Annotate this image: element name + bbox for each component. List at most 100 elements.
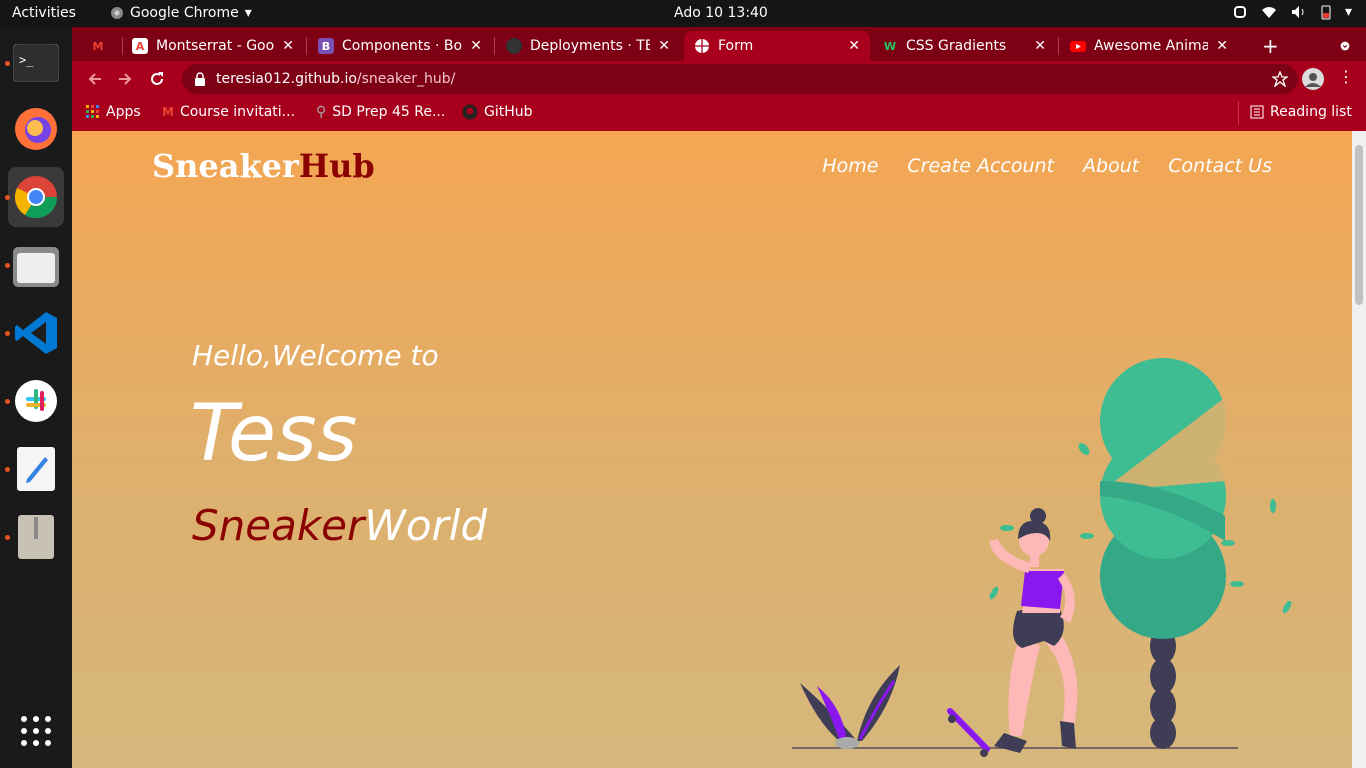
tab-separator [1058,37,1059,55]
kebab-menu-icon[interactable]: ⋮ [1338,67,1354,86]
reading-list-label: Reading list [1270,104,1352,120]
forward-icon[interactable] [116,70,134,88]
dock: >_ [0,27,72,768]
address-bar[interactable]: teresia012.github.io/sneaker_hub/ [182,64,1298,94]
site-nav: Home Create Account About Contact Us [822,155,1272,177]
tab-deployments[interactable]: Deployments · TE ✕ [496,31,680,61]
app-menu-label: Google Chrome [130,5,239,21]
app-menu[interactable]: Google Chrome ▾ [110,5,252,21]
hero-greeting: Hello,Welcome to [192,339,439,372]
tab-label: Montserrat - Goog [156,38,275,54]
activities-button[interactable]: Activities [12,5,76,21]
close-icon[interactable]: ✕ [1034,38,1046,54]
browser-chrome: M A Montserrat - Goog ✕ B Components · Boo ✕… [72,27,1366,131]
close-icon[interactable]: ✕ [658,38,670,54]
chrome-icon [111,7,123,19]
dock-files[interactable] [5,235,64,295]
google-fonts-icon: A [132,38,148,54]
scrollbar-thumb[interactable] [1355,145,1363,305]
text-editor-icon [17,447,55,491]
tab-search-button[interactable] [1330,31,1360,61]
tagline-part-sneaker: Sneaker [192,501,365,550]
dock-firefox[interactable] [8,99,64,159]
dock-archive-manager[interactable] [5,507,64,567]
bookmark-sd-prep[interactable]: ⚲ SD Prep 45 Re... [316,104,445,120]
running-indicator [5,195,10,200]
dock-terminal[interactable]: >_ [5,33,64,93]
w-icon: W [883,39,897,53]
skater-illustration [792,358,1292,757]
running-indicator [5,467,10,472]
slack-icon [15,380,57,422]
bookmark-label: Apps [106,104,141,120]
chevron-down-circle-icon [1340,41,1350,51]
system-tray[interactable]: ▾ [1233,4,1352,20]
bookmark-course-invitation[interactable]: M Course invitati... [162,104,295,120]
bootstrap-icon: B [318,38,334,54]
tab-css-gradients[interactable]: W CSS Gradients ✕ [872,31,1056,61]
tab-separator [494,37,495,55]
back-icon[interactable] [86,70,104,88]
bookmark-label: GitHub [484,104,533,120]
close-icon[interactable]: ✕ [1216,38,1228,54]
reload-icon[interactable] [148,70,166,88]
dock-chrome[interactable] [5,167,64,227]
globe-icon [695,39,709,53]
hero-tagline: SneakerWorld [192,501,487,550]
bookmark-apps[interactable]: Apps [86,104,141,120]
firefox-icon [15,108,57,150]
dock-slack[interactable] [5,371,64,431]
apps-grid-icon [86,105,99,118]
tab-youtube[interactable]: Awesome Animat ✕ [1060,31,1238,61]
close-icon[interactable]: ✕ [470,38,482,54]
youtube-icon [1070,41,1086,52]
logo-part-sneaker: Sneaker [152,147,299,185]
reading-list-button[interactable]: Reading list [1250,104,1352,120]
new-tab-button[interactable]: + [1252,31,1282,61]
tab-montserrat[interactable]: A Montserrat - Goog ✕ [122,31,304,61]
tab-gmail[interactable]: M [80,31,124,61]
vscode-icon [15,312,57,354]
lock-icon [195,72,205,86]
tab-form[interactable]: Form ✕ [684,31,870,61]
bookmark-label: Course invitati... [179,104,296,120]
logo-part-hub: Hub [298,147,375,185]
tab-separator [306,37,307,55]
reading-list-icon [1250,105,1264,119]
wifi-icon [1261,7,1276,18]
close-icon[interactable]: ✕ [848,38,860,54]
tab-bootstrap[interactable]: B Components · Boo ✕ [308,31,492,61]
page-scrollbar[interactable] [1352,131,1366,768]
nav-create-account[interactable]: Create Account [907,155,1054,177]
running-indicator [5,331,10,336]
system-topbar: Activities Google Chrome ▾ Ado 10 13:40 … [0,0,1366,27]
toolbar: teresia012.github.io/sneaker_hub/ ⋮ [72,61,1366,97]
github-icon [506,38,522,54]
site-logo[interactable]: SneakerHub [152,147,375,185]
clock[interactable]: Ado 10 13:40 [674,5,768,21]
nav-home[interactable]: Home [822,155,878,177]
running-indicator [5,61,10,66]
dock-show-apps[interactable] [8,701,64,761]
url-path: /sneaker_hub/ [356,71,456,87]
tab-label: CSS Gradients [906,38,1007,54]
tagline-part-world: World [364,501,488,550]
files-icon [13,247,59,287]
gmail-icon: M [92,39,104,53]
star-icon[interactable] [1272,71,1288,87]
nav-about[interactable]: About [1083,155,1139,177]
dock-text-editor[interactable] [5,439,64,499]
bookmarks-bar: Apps M Course invitati... ⚲ SD Prep 45 Re.… [72,97,1366,131]
hero-name: Tess [190,389,358,479]
webpage: SneakerHub Home Create Account About Con… [72,131,1352,768]
battery-icon [1321,5,1331,20]
running-indicator [5,535,10,540]
tab-label: Form [718,38,754,54]
power-menu-icon: ▾ [1344,4,1352,20]
dock-vscode[interactable] [5,303,64,363]
close-icon[interactable]: ✕ [282,38,294,54]
avatar[interactable] [1301,67,1325,91]
bookmark-github[interactable]: GitHub [462,104,533,120]
chrome-icon [14,176,58,219]
nav-contact-us[interactable]: Contact Us [1168,155,1272,177]
